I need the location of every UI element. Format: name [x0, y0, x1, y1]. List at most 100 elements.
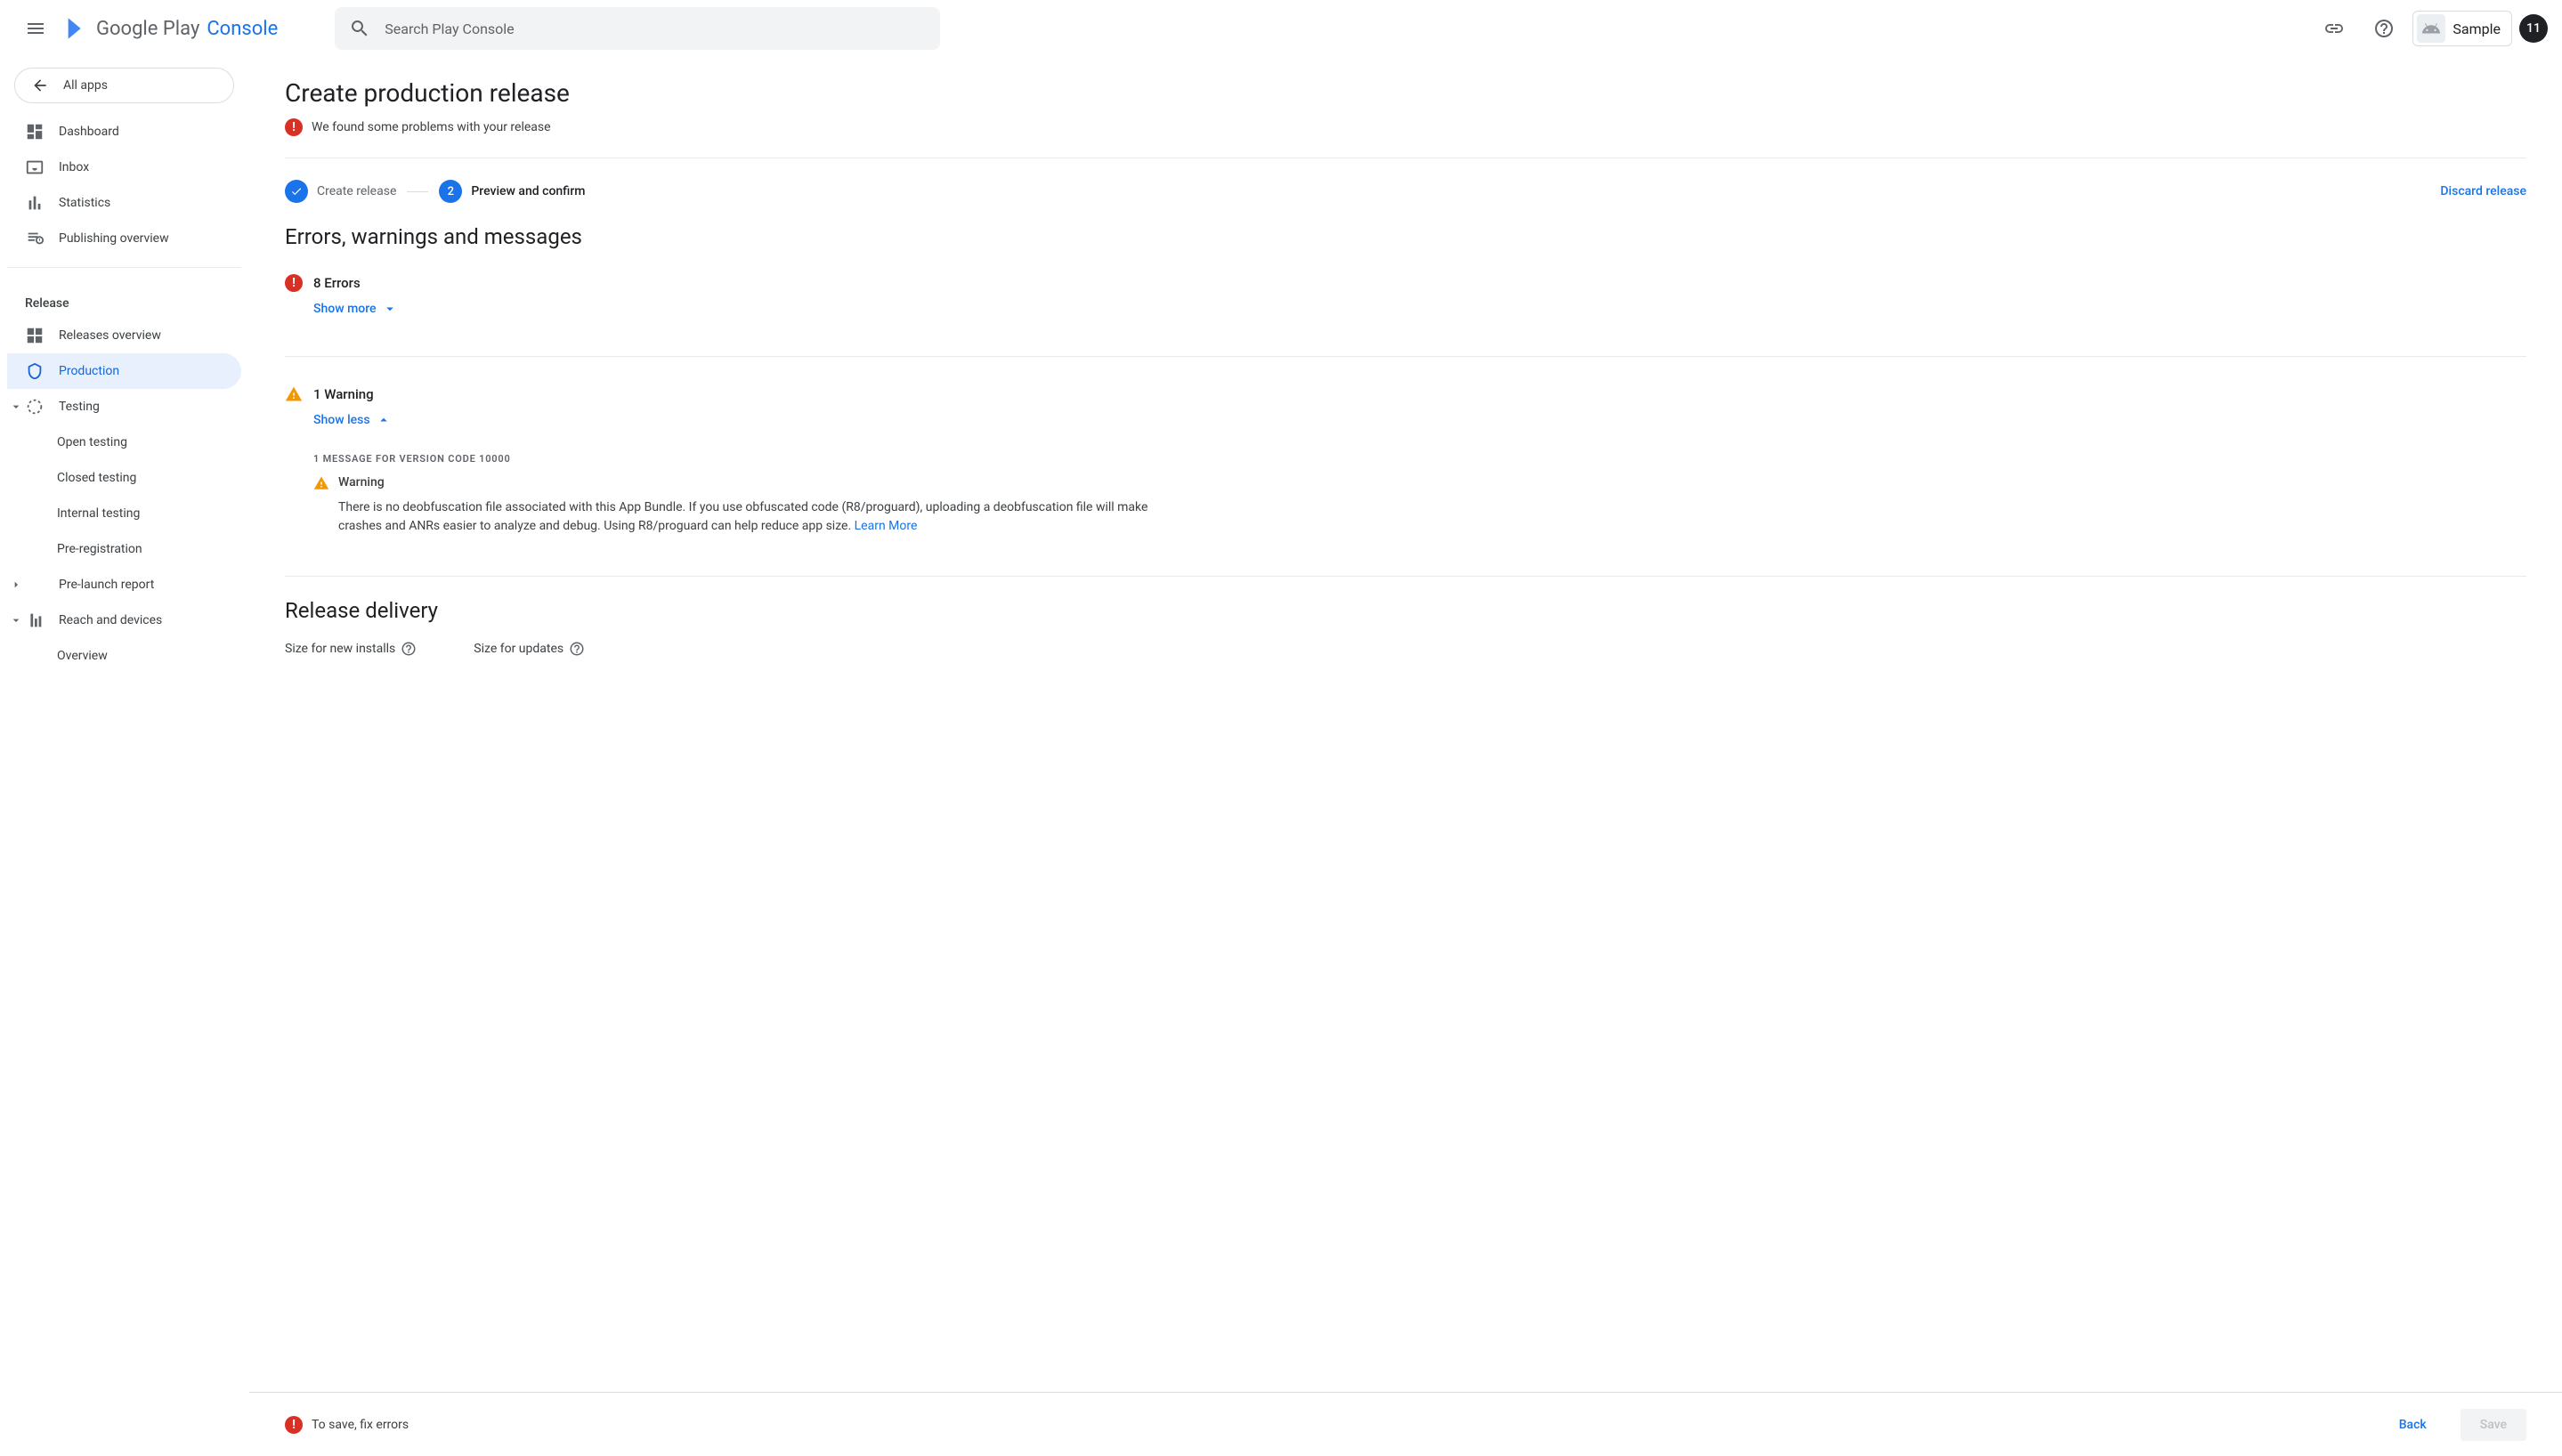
nav-dashboard[interactable]: Dashboard: [7, 114, 241, 150]
releases-icon: [25, 326, 45, 345]
brand-console-text: Console: [207, 18, 278, 40]
nav-label: Statistics: [59, 196, 110, 210]
nav-label: Releases overview: [59, 328, 161, 343]
link-icon: [2323, 18, 2345, 39]
avatar-initials: 11: [2526, 21, 2541, 36]
warnings-count: 1 Warning: [313, 386, 374, 402]
problem-banner: ! We found some problems with your relea…: [285, 118, 2526, 136]
android-icon: [2417, 14, 2445, 43]
nav-label: Testing: [59, 400, 100, 414]
toggle-label: Show less: [313, 413, 370, 427]
warning-item-body: There is no deobfuscation file associate…: [338, 500, 1147, 534]
discard-release-button[interactable]: Discard release: [2440, 184, 2526, 198]
brand-logo[interactable]: Google Play Console: [64, 16, 278, 41]
size-updates: Size for updates: [474, 641, 585, 657]
nav-testing[interactable]: Testing: [7, 389, 241, 425]
nav-label: Closed testing: [57, 471, 136, 485]
back-button[interactable]: Back: [2380, 1409, 2446, 1441]
problem-banner-text: We found some problems with your release: [312, 120, 551, 134]
sidebar: All apps Dashboard Inbox Statistics Publ…: [0, 57, 249, 1456]
nav-label: Dashboard: [59, 125, 119, 139]
check-icon: [285, 180, 308, 203]
nav-label: Pre-registration: [57, 542, 142, 556]
menu-button[interactable]: [14, 7, 57, 50]
help-icon: [2373, 18, 2395, 39]
warning-icon: [285, 385, 303, 403]
devices-icon: [25, 611, 45, 630]
help-button[interactable]: [2363, 7, 2405, 50]
nav-label: Pre-launch report: [59, 578, 154, 592]
main-content: Create production release ! We found som…: [249, 57, 2562, 1392]
toggle-label: Show more: [313, 302, 377, 316]
warning-item: Warning There is no deobfuscation file a…: [313, 473, 2526, 537]
warning-item-text: There is no deobfuscation file associate…: [338, 498, 1157, 537]
step-create-release[interactable]: Create release: [285, 180, 396, 203]
app-selector[interactable]: Sample: [2412, 11, 2512, 46]
help-icon[interactable]: [401, 641, 417, 657]
step-number: 2: [439, 180, 462, 203]
nav-publishing-overview[interactable]: Publishing overview: [7, 221, 241, 256]
section-delivery-title: Release delivery: [285, 598, 2526, 623]
nav-section-release: Release: [7, 279, 241, 318]
nav-divider: [7, 267, 241, 268]
nav-production[interactable]: Production: [7, 353, 241, 389]
nav-internal-testing[interactable]: Internal testing: [7, 496, 241, 531]
warnings-block: 1 Warning Show less 1 MESSAGE FOR VERSIO…: [285, 378, 2526, 554]
search-box[interactable]: [335, 7, 940, 50]
step-label: Preview and confirm: [471, 184, 585, 198]
nav-inbox[interactable]: Inbox: [7, 150, 241, 185]
arrow-back-icon: [31, 77, 49, 94]
nav-open-testing[interactable]: Open testing: [7, 425, 241, 460]
publishing-icon: [25, 229, 45, 248]
brand-play-text: Google Play: [96, 18, 199, 40]
nav-statistics[interactable]: Statistics: [7, 185, 241, 221]
save-button-label: Save: [2480, 1418, 2507, 1432]
account-avatar[interactable]: 11: [2519, 14, 2548, 43]
size-updates-label: Size for updates: [474, 642, 563, 656]
inbox-icon: [25, 158, 45, 177]
save-button: Save: [2461, 1409, 2526, 1441]
nav-label: Open testing: [57, 435, 127, 449]
errors-count: 8 Errors: [313, 275, 361, 291]
app-selector-label: Sample: [2453, 20, 2501, 37]
step-preview-confirm[interactable]: 2 Preview and confirm: [439, 180, 585, 203]
divider: [285, 576, 2526, 577]
nav-reach-devices[interactable]: Reach and devices: [7, 603, 241, 638]
testing-icon: [25, 397, 45, 417]
chevron-down-icon: [9, 613, 23, 627]
nav-pre-registration[interactable]: Pre-registration: [7, 531, 241, 567]
nav-releases-overview[interactable]: Releases overview: [7, 318, 241, 353]
learn-more-link[interactable]: Learn More: [855, 519, 918, 533]
nav-closed-testing[interactable]: Closed testing: [7, 460, 241, 496]
chevron-up-icon: [376, 412, 392, 428]
section-messages-title: Errors, warnings and messages: [285, 224, 2526, 249]
warnings-show-less[interactable]: Show less: [313, 412, 2526, 428]
size-new-installs-label: Size for new installs: [285, 642, 395, 656]
nav-label: Overview: [57, 649, 108, 663]
size-new-installs: Size for new installs: [285, 641, 417, 657]
nav-reach-overview[interactable]: Overview: [7, 638, 241, 674]
errors-show-more[interactable]: Show more: [313, 301, 2526, 317]
search-input[interactable]: [385, 20, 926, 37]
hamburger-icon: [25, 18, 46, 39]
chevron-down-icon: [382, 301, 398, 317]
search-icon: [349, 18, 370, 39]
back-all-apps[interactable]: All apps: [14, 68, 234, 103]
back-all-apps-label: All apps: [63, 78, 108, 93]
production-icon: [25, 361, 45, 381]
warning-icon: [313, 475, 329, 491]
help-icon[interactable]: [569, 641, 585, 657]
link-button[interactable]: [2313, 7, 2355, 50]
error-icon: !: [285, 1416, 303, 1434]
page-title: Create production release: [285, 78, 2526, 108]
nav-label: Production: [59, 364, 119, 378]
nav-label: Reach and devices: [59, 613, 162, 627]
errors-block: ! 8 Errors Show more: [285, 267, 2526, 335]
nav-pre-launch-report[interactable]: Pre-launch report: [7, 567, 241, 603]
back-button-label: Back: [2399, 1418, 2427, 1432]
divider: [285, 356, 2526, 357]
warning-item-title: Warning: [338, 473, 1157, 493]
nav-label: Publishing overview: [59, 231, 169, 246]
stepper: Create release 2 Preview and confirm: [285, 180, 586, 203]
nav-label: Inbox: [59, 160, 89, 174]
